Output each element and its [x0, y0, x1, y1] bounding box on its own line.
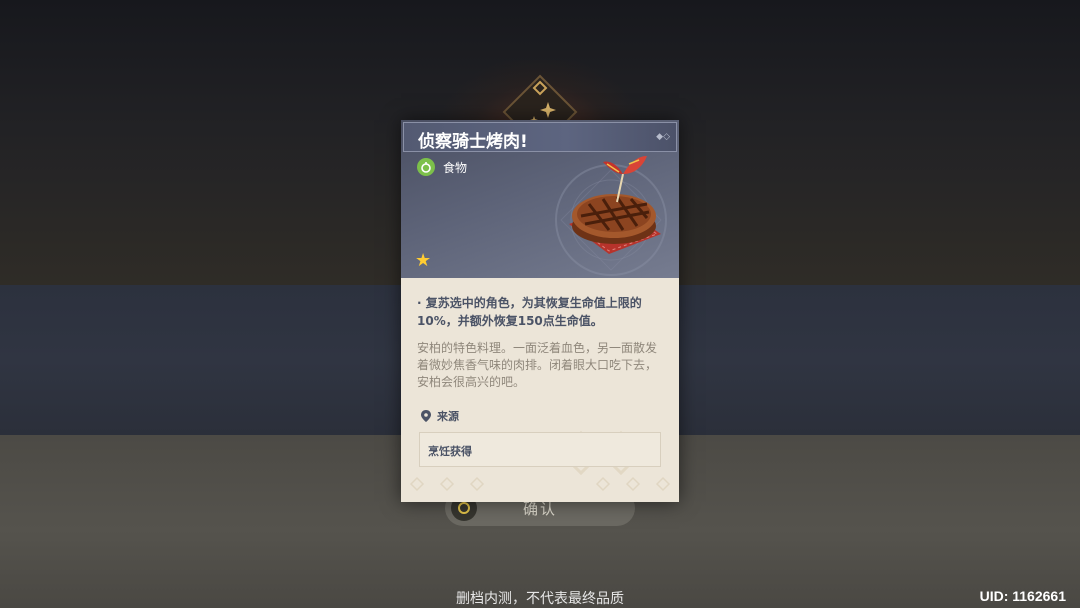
card-body: · 复苏选中的角色，为其恢复生命值上限的10%，并额外恢复150点生命值。 安柏… [401, 278, 679, 502]
source-entry-label: 烹饪获得 [428, 445, 472, 458]
location-pin-icon [421, 410, 431, 422]
title-decoration-icon: ◆◇ [656, 132, 670, 142]
card-header: 侦察骑士烤肉! ◆◇ 食物 ★ [401, 120, 679, 278]
source-entry[interactable]: 烹饪获得 [419, 432, 661, 467]
item-detail-card: 侦察骑士烤肉! ◆◇ 食物 ★ · 复苏选中的角色，为其恢复生命值上限的10%，… [401, 120, 679, 502]
item-title: 侦察骑士烤肉! [418, 132, 528, 152]
item-description: 安柏的特色料理。一面泛着血色，另一面散发着微妙焦香气味的肉排。闭着眼大口吃下去，… [417, 341, 658, 389]
beta-notice: 删档内测，不代表最终品质 [456, 591, 624, 607]
footer-pattern-icon [409, 476, 671, 492]
food-icon [417, 158, 435, 176]
grilled-steak-icon [569, 156, 661, 254]
title-bar: 侦察骑士烤肉! ◆◇ [403, 122, 677, 152]
item-effect: · 复苏选中的角色，为其恢复生命值上限的10%，并额外恢复150点生命值。 [417, 296, 642, 328]
uid-label: UID: 1162661 [979, 588, 1066, 604]
source-heading-label: 来源 [437, 410, 459, 423]
source-heading: 来源 [421, 408, 459, 424]
rarity-star-icon: ★ [415, 250, 432, 271]
item-type-label: 食物 [443, 161, 468, 175]
